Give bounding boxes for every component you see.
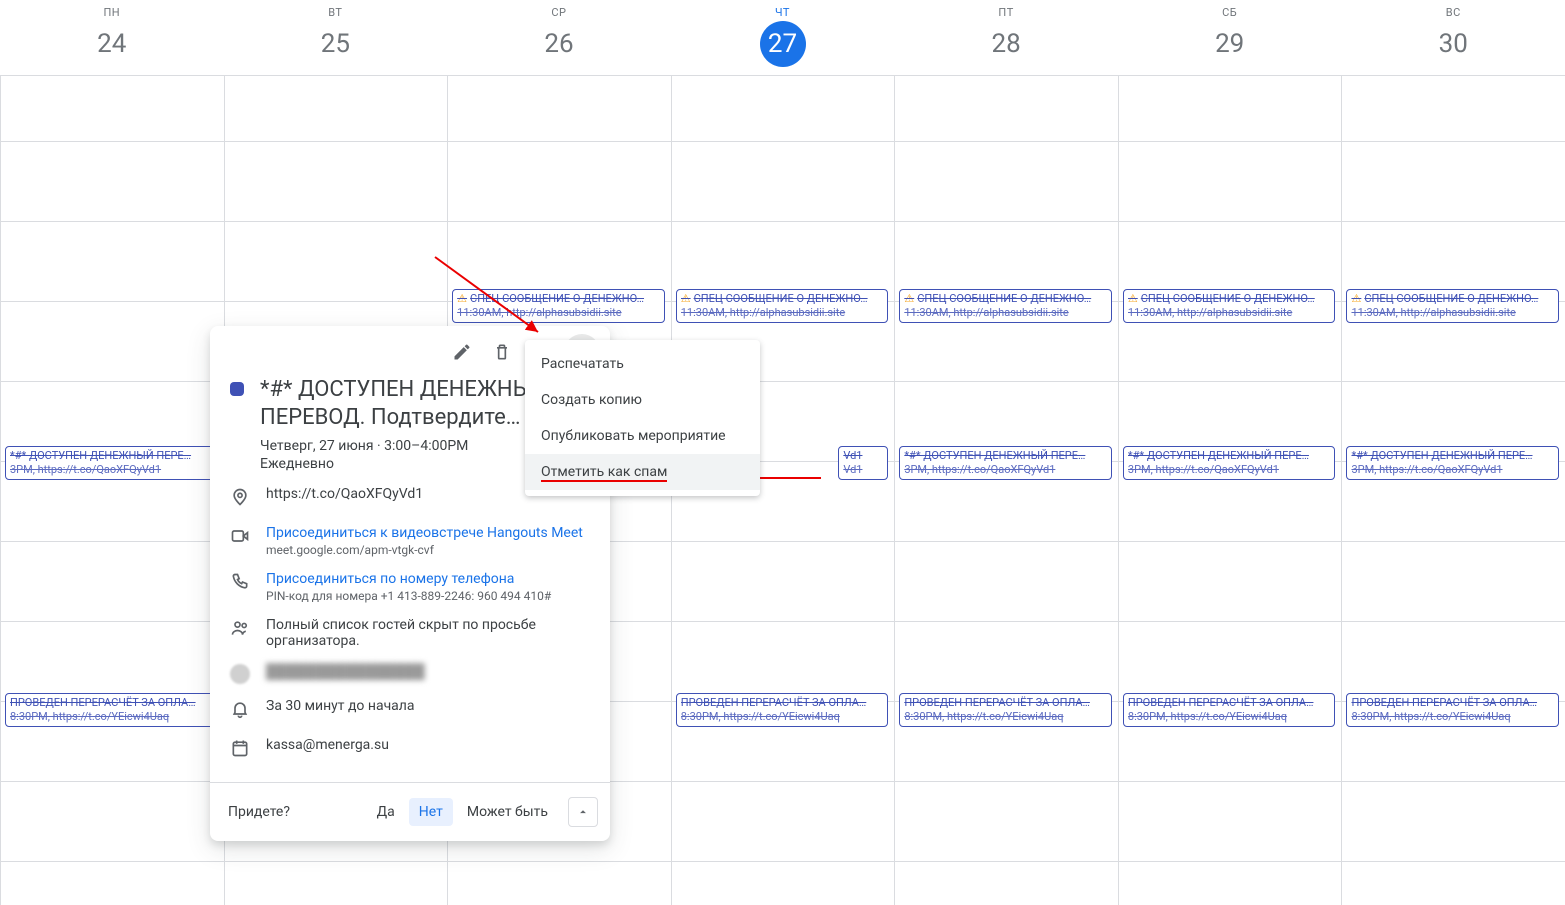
day-header-sat[interactable]: СБ 29 [1118, 0, 1342, 75]
organizer-avatar [230, 664, 250, 684]
pencil-icon [452, 342, 472, 362]
day-column-mon[interactable]: *#* ДОСТУПЕН ДЕНЕЖНЫЙ ПЕРЕ… 3PM, https:/… [0, 76, 224, 905]
location-icon [230, 487, 250, 511]
phone-join-link[interactable]: Присоединиться по номеру телефона [266, 571, 592, 587]
rsvp-maybe-button[interactable]: Может быть [457, 798, 558, 826]
edit-button[interactable] [444, 334, 480, 370]
day-column-sat[interactable]: СПЕЦ СООБЩЕНИЕ О ДЕНЕЖНО… 11:30AM, http:… [1118, 76, 1342, 905]
menu-item-print[interactable]: Распечатать [525, 346, 760, 382]
reminder-text: За 30 минут до начала [266, 698, 592, 714]
calendar-event[interactable]: *#* ДОСТУПЕН ДЕНЕЖНЫЙ ПЕРЕ… 3PM, https:/… [1346, 446, 1559, 480]
calendar-event[interactable]: *#* ДОСТУПЕН ДЕНЕЖНЫЙ ПЕРЕ… 3PM, https:/… [5, 446, 218, 480]
annotation-line [758, 477, 821, 479]
menu-item-publish[interactable]: Опубликовать мероприятие [525, 418, 760, 454]
calendar-event[interactable]: СПЕЦ СООБЩЕНИЕ О ДЕНЕЖНО… 11:30AM, http:… [676, 289, 889, 323]
calendar-event[interactable]: СПЕЦ СООБЩЕНИЕ О ДЕНЕЖНО… 11:30AM, http:… [899, 289, 1112, 323]
day-header-thu[interactable]: ЧТ 27 [671, 0, 895, 75]
calendar-event[interactable]: *#* ДОСТУПЕН ДЕНЕЖНЫЙ ПЕРЕ… 3PM, https:/… [899, 446, 1112, 480]
menu-item-copy[interactable]: Создать копию [525, 382, 760, 418]
phone-pin: PIN-код для номера +1 413-889-2246: 960 … [266, 589, 592, 603]
calendar-event[interactable]: СПЕЦ СООБЩЕНИЕ О ДЕНЕЖНО… 11:30AM, http:… [452, 289, 665, 323]
bell-icon [230, 699, 250, 723]
video-meet-link[interactable]: Присоединиться к видеовстрече Hangouts M… [266, 525, 592, 541]
day-column-sun[interactable]: СПЕЦ СООБЩЕНИЕ О ДЕНЕЖНО… 11:30AM, http:… [1341, 76, 1565, 905]
rsvp-no-button[interactable]: Нет [409, 798, 453, 826]
calendar-event[interactable]: ПРОВЕДЕН ПЕРЕРАСЧЁТ ЗА ОПЛА… 8:30PM, htt… [899, 693, 1112, 727]
calendar-event[interactable]: СПЕЦ СООБЩЕНИЕ О ДЕНЕЖНО… 11:30AM, http:… [1123, 289, 1336, 323]
calendar-icon [230, 738, 250, 762]
day-header-fri[interactable]: ПТ 28 [894, 0, 1118, 75]
menu-item-mark-spam[interactable]: Отметить как спам [525, 454, 760, 490]
day-header-tue[interactable]: ВТ 25 [224, 0, 448, 75]
event-color-chip [230, 382, 244, 396]
rsvp-label: Придете? [228, 804, 290, 820]
day-header-wed[interactable]: СР 26 [447, 0, 671, 75]
delete-button[interactable] [484, 334, 520, 370]
chevron-up-icon [576, 805, 590, 819]
calendar-event[interactable]: ПРОВЕДЕН ПЕРЕРАСЧЁТ ЗА ОПЛА… 8:30PM, htt… [676, 693, 889, 727]
calendar-event[interactable]: ПРОВЕДЕН ПЕРЕРАСЧЁТ ЗА ОПЛА… 8:30PM, htt… [1346, 693, 1559, 727]
calendar-event[interactable]: Vd1 Vd1 [838, 446, 888, 480]
calendar-event[interactable]: ПРОВЕДЕН ПЕРЕРАСЧЁТ ЗА ОПЛА… 8:30PM, htt… [1123, 693, 1336, 727]
video-meet-id: meet.google.com/apm-vtgk-cvf [266, 543, 592, 557]
guests-note: Полный список гостей скрыт по просьбе ор… [266, 617, 592, 649]
calendar-event[interactable]: *#* ДОСТУПЕН ДЕНЕЖНЫЙ ПЕРЕ… 3PM, https:/… [1123, 446, 1336, 480]
day-header-sun[interactable]: ВС 30 [1341, 0, 1565, 75]
calendar-event[interactable]: ПРОВЕДЕН ПЕРЕРАСЧЁТ ЗА ОПЛА… 8:30PM, htt… [5, 693, 218, 727]
calendar-email: kassa@menerga.su [266, 737, 592, 753]
context-menu: Распечатать Создать копию Опубликовать м… [525, 340, 760, 496]
rsvp-yes-button[interactable]: Да [367, 798, 405, 826]
phone-icon [230, 572, 250, 596]
rsvp-dropdown-button[interactable] [568, 797, 598, 827]
people-icon [230, 618, 250, 642]
rsvp-footer: Придете? Да Нет Может быть [210, 782, 610, 841]
trash-icon [492, 342, 512, 362]
calendar-event[interactable]: СПЕЦ СООБЩЕНИЕ О ДЕНЕЖНО… 11:30AM, http:… [1346, 289, 1559, 323]
day-column-fri[interactable]: СПЕЦ СООБЩЕНИЕ О ДЕНЕЖНО… 11:30AM, http:… [894, 76, 1118, 905]
organizer-name: ████████████████ [266, 663, 592, 680]
week-header: ПН 24 ВТ 25 СР 26 ЧТ 27 ПТ 28 СБ 29 ВС 3… [0, 0, 1565, 76]
day-header-mon[interactable]: ПН 24 [0, 0, 224, 75]
video-icon [230, 526, 250, 550]
